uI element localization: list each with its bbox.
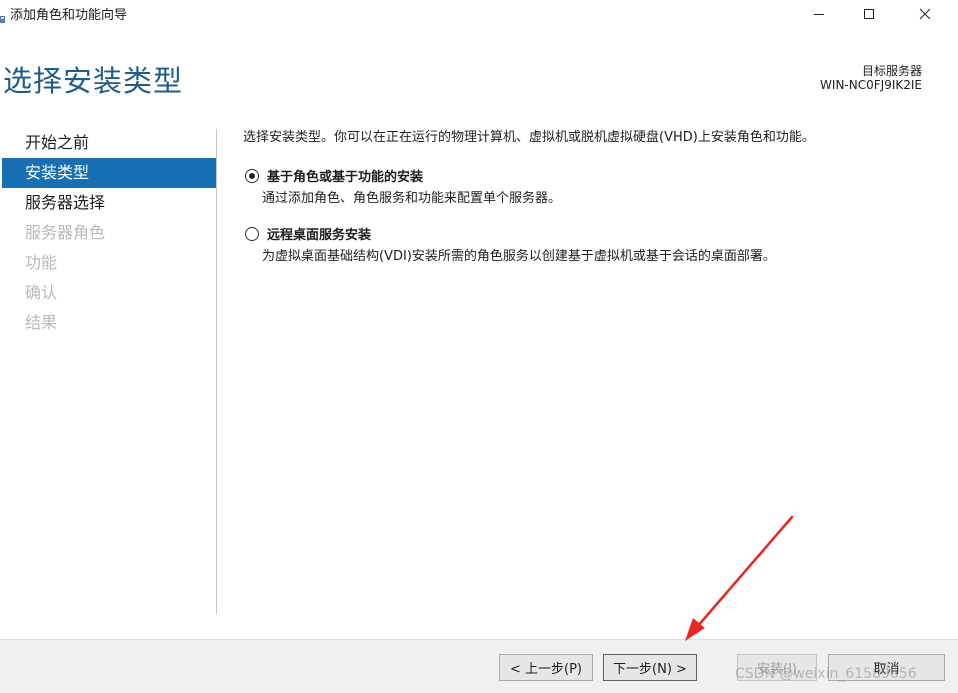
step-features: 功能: [25, 253, 58, 272]
annotation-arrow-icon: [685, 515, 794, 641]
step-results: 结果: [25, 313, 58, 332]
radio-remote-desktop[interactable]: [245, 227, 259, 241]
intro-text: 选择安装类型。你可以在正在运行的物理计算机、虚拟机或脱机虚拟硬盘(VHD)上安装…: [243, 130, 815, 145]
maximize-button[interactable]: [846, 0, 892, 28]
maximize-icon: [864, 9, 874, 19]
option-title[interactable]: 远程桌面服务安装: [267, 224, 371, 243]
target-server-name: WIN-NC0FJ9IK2IE: [820, 78, 922, 92]
close-button[interactable]: [902, 0, 948, 28]
step-before-you-begin[interactable]: 开始之前: [0, 128, 218, 158]
watermark-text: CSDN @weixin_61589656: [735, 666, 917, 682]
wizard-steps-sidebar: 开始之前 安装类型 服务器选择 服务器角色 功能 确认 结果: [0, 128, 218, 338]
app-icon: [0, 9, 6, 23]
page-title: 选择安装类型: [3, 64, 184, 98]
target-server-label: 目标服务器: [861, 64, 922, 78]
step-server-selection[interactable]: 服务器选择: [0, 188, 218, 218]
option-description: 通过添加角色、角色服务和功能来配置单个服务器。: [262, 191, 562, 206]
close-icon: [919, 8, 931, 20]
step-server-roles: 服务器角色: [25, 223, 106, 242]
next-button[interactable]: 下一步(N) >: [603, 654, 697, 681]
minimize-button[interactable]: [796, 0, 842, 28]
title-bar: 添加角色和功能向导: [0, 0, 958, 28]
sidebar-divider: [216, 129, 217, 614]
option-title[interactable]: 基于角色或基于功能的安装: [267, 166, 423, 185]
radio-role-based[interactable]: [245, 169, 259, 183]
minimize-icon: [814, 14, 824, 15]
option-description: 为虚拟桌面基础结构(VDI)安装所需的角色服务以创建基于虚拟机或基于会话的桌面部…: [262, 249, 776, 264]
step-confirmation: 确认: [25, 283, 58, 302]
window-title: 添加角色和功能向导: [10, 8, 128, 23]
radio-selected-dot: [249, 173, 255, 179]
main-content: 选择安装类型。你可以在正在运行的物理计算机、虚拟机或脱机虚拟硬盘(VHD)上安装…: [243, 128, 943, 264]
previous-button[interactable]: < 上一步(P): [499, 654, 593, 681]
step-installation-type[interactable]: 安装类型: [2, 158, 216, 188]
